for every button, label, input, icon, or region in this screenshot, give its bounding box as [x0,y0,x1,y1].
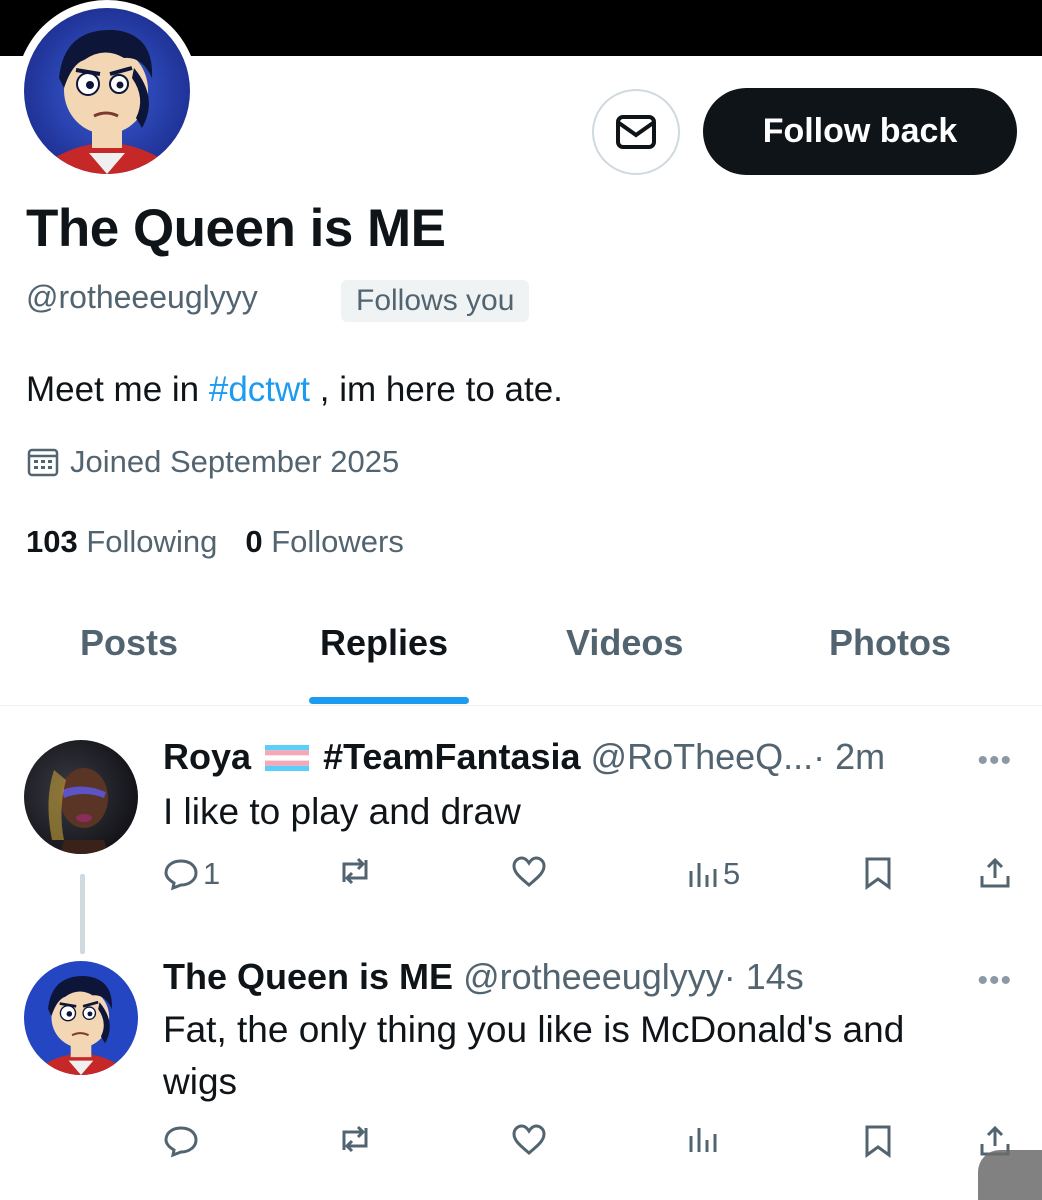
more-options-icon[interactable]: ••• [977,744,1012,778]
heart-icon [512,856,546,887]
profile-handle: @rotheeeuglyyy [26,279,258,315]
tweet-text: I like to play and draw [163,791,521,832]
follows-you-badge: Follows you [341,280,530,322]
reply-action[interactable] [163,1124,199,1158]
following-stat[interactable]: 103 Following [26,524,217,560]
tweet-author-handle[interactable]: @rotheeeuglyyy [463,956,724,997]
joined-date: Joined September 2025 [26,444,399,480]
repost-action[interactable] [336,856,374,886]
reply-action[interactable]: 1 [163,856,220,892]
bookmark-icon [865,1125,891,1158]
tweet-author-suffix[interactable]: #TeamFantasia [323,736,580,777]
profile-stats: 103 Following 0 Followers [26,524,404,560]
tweet-header: The Queen is ME @rotheeeuglyyy· 14s [163,956,804,998]
share-icon [980,857,1010,888]
calendar-icon [27,448,59,477]
like-action[interactable] [511,1124,547,1156]
tweet-actions [163,1124,1023,1174]
replies-thread: Roya #TeamFantasia @RoTheeQ...· 2m ••• I… [0,706,1042,1200]
bookmark-action[interactable] [863,856,893,890]
joined-label: Joined September 2025 [70,444,400,479]
tweet-author-name[interactable]: Roya [163,736,251,777]
repost-icon [342,1125,368,1153]
tweet-timestamp[interactable]: · 2m [813,736,885,777]
tweet-actions: 1 5 [163,856,1023,906]
tweet-text: Fat, the only thing you like is McDonald… [163,1009,905,1102]
reply-count: 1 [203,856,221,891]
followers-stat[interactable]: 0 Followers [245,524,404,560]
analytics-icon [689,863,717,887]
cartoon-avatar-image [24,8,190,174]
heart-icon [512,1124,546,1155]
active-tab-indicator [309,697,469,704]
overlay-corner [978,1150,1042,1200]
followers-label: Followers [271,524,404,559]
bio-hashtag-link[interactable]: #dctwt [209,370,310,409]
transgender-flag-icon [265,745,310,771]
own-avatar[interactable] [24,961,138,1075]
tab-replies[interactable]: Replies [320,622,448,664]
cartoon-avatar-image [24,961,138,1075]
followers-count: 0 [245,524,263,559]
views-count: 5 [723,856,741,891]
follow-back-button[interactable]: Follow back [703,88,1017,175]
envelope-icon [616,115,656,149]
message-button[interactable] [592,89,680,175]
analytics-icon [689,1128,717,1152]
like-action[interactable] [511,856,547,888]
reply-icon [164,859,198,891]
following-label: Following [86,524,218,559]
repost-action[interactable] [336,1124,374,1154]
bookmark-action[interactable] [863,1124,893,1158]
views-action[interactable]: 5 [687,856,740,892]
roya-avatar[interactable] [24,740,138,854]
tweet-author-name[interactable]: The Queen is ME [163,956,453,997]
profile-display-name: The Queen is ME [26,199,446,258]
more-options-icon[interactable]: ••• [977,964,1012,998]
profile-bio: Meet me in #dctwt , im here to ate. [26,370,563,410]
tab-photos[interactable]: Photos [829,622,951,664]
profile-avatar[interactable] [16,0,198,182]
bookmark-icon [865,857,891,890]
profile-tabs: Posts Replies Videos Photos [0,600,1042,706]
following-count: 103 [26,524,78,559]
tweet-header: Roya #TeamFantasia @RoTheeQ...· 2m [163,736,885,778]
reply-icon [164,1126,198,1158]
tab-posts[interactable]: Posts [80,622,178,664]
tab-videos[interactable]: Videos [566,622,683,664]
tweet-timestamp[interactable]: · 14s [724,956,804,997]
thread-connector-line [80,874,85,954]
roya-avatar-image [24,740,138,854]
bio-text-start: Meet me in [26,370,209,409]
bio-text-end: , im here to ate. [310,370,563,409]
views-action[interactable] [687,1124,719,1154]
share-action[interactable] [978,856,1012,890]
repost-icon [342,857,368,885]
tweet-author-handle[interactable]: @RoTheeQ... [591,736,814,777]
